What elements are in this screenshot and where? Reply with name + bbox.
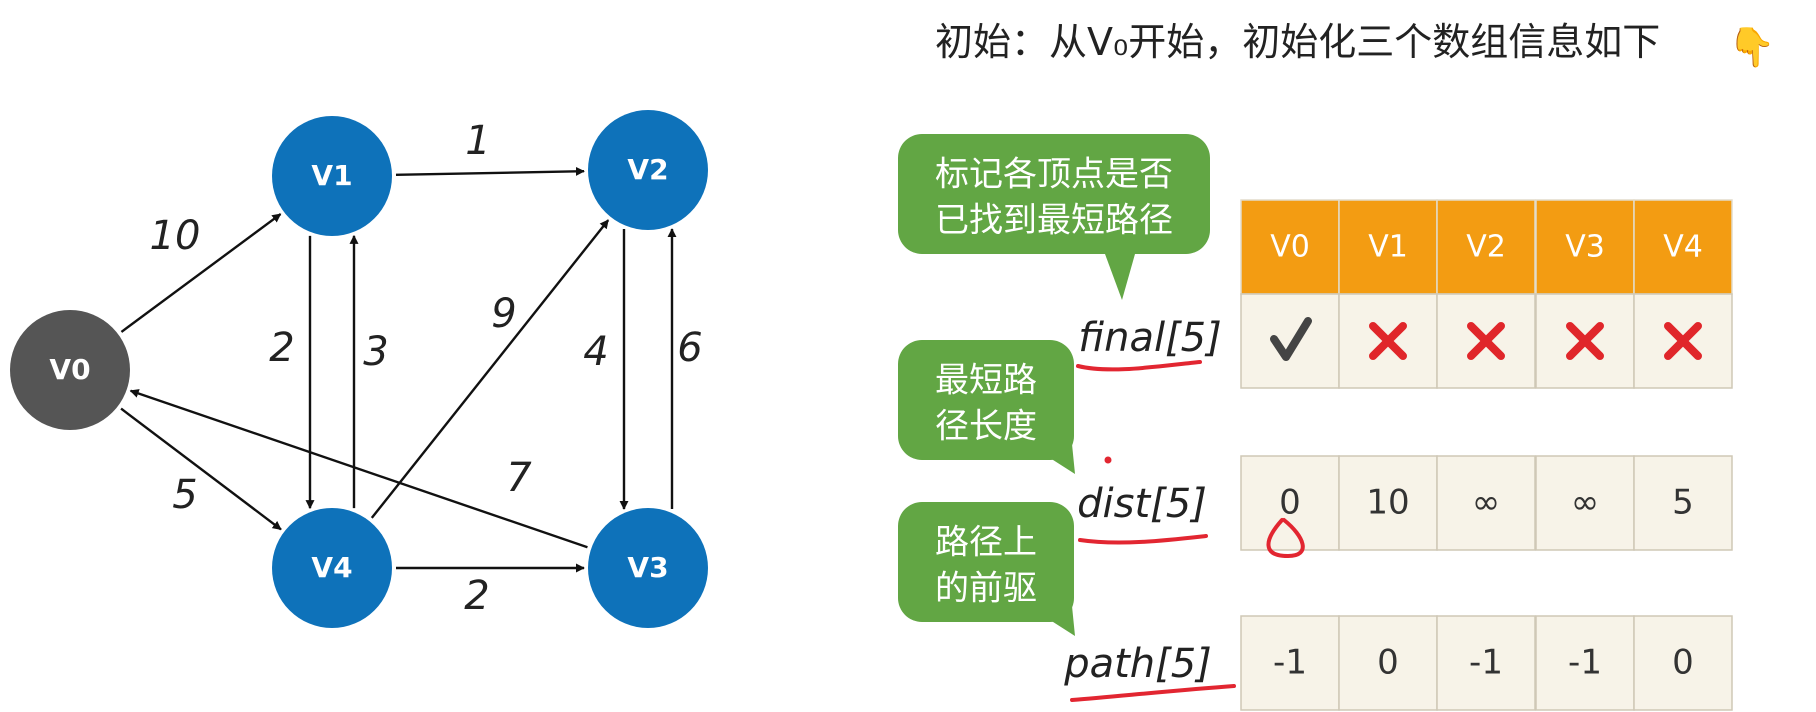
table-cell-value: -1 — [1568, 643, 1602, 683]
row-label-final: final[5] — [1078, 315, 1221, 361]
edge-weight-v0-v4: 5 — [172, 472, 197, 518]
table-header-label: V3 — [1565, 230, 1605, 265]
edge-v4-v2 — [370, 219, 610, 519]
node-v4: V4 — [272, 508, 392, 628]
callout-text-line: 的前驱 — [935, 569, 1037, 609]
table-cell-value: ∞ — [1571, 483, 1599, 523]
edge-weight-v4-v3: 2 — [464, 573, 489, 619]
node-label: V1 — [311, 159, 352, 192]
table-cell-value: ∞ — [1472, 483, 1500, 523]
row-label-path: path[5] — [1063, 641, 1212, 687]
callout-tail — [1105, 254, 1135, 300]
table-cell-value: 5 — [1672, 483, 1694, 523]
edge-weight-v3-v0: 7 — [506, 455, 532, 501]
scene: 初始：从V₀开始，初始化三个数组信息如下 👇 10512 394 672 V0V1 V… — [10, 20, 1775, 711]
callout-final: 标记各顶点是否已找到最短路径 — [898, 134, 1210, 300]
node-v2: V2 — [588, 110, 708, 230]
callout-text-line: 路径上 — [935, 523, 1037, 563]
node-v3: V3 — [588, 508, 708, 628]
callout-dist: 最短路径长度 — [898, 340, 1075, 474]
row-label-dist: dist[5] — [1077, 481, 1207, 527]
edge-weight-v1-v4: 2 — [269, 325, 294, 371]
table-cell-value: 0 — [1279, 483, 1301, 523]
table-cell-value: -1 — [1273, 643, 1307, 683]
edge-weight-v4-v1: 3 — [363, 329, 388, 375]
page-title: 初始：从V₀开始，初始化三个数组信息如下 — [935, 20, 1660, 64]
node-label: V2 — [627, 153, 668, 186]
edge-v0-v4 — [120, 407, 282, 531]
node-label: V4 — [311, 551, 352, 584]
table-cell-value: 10 — [1366, 483, 1409, 523]
node-v0: V0 — [10, 310, 130, 430]
pointing-down-emoji-icon: 👇 — [1728, 25, 1775, 70]
edge-v0-v1 — [120, 213, 282, 333]
table-header-label: V0 — [1270, 230, 1310, 265]
callout-text-line: 已找到最短路径 — [935, 201, 1173, 241]
edge-v1-v2 — [395, 166, 585, 176]
underline-dist — [1078, 534, 1208, 545]
edge-weight-v3-v2: 6 — [677, 325, 702, 371]
callout-path: 路径上的前驱 — [898, 502, 1075, 636]
callouts: 标记各顶点是否已找到最短路径最短路径长度路径上的前驱 — [898, 134, 1210, 636]
node-label: V0 — [49, 353, 90, 386]
table-cell-value: -1 — [1469, 643, 1503, 683]
underline-path — [1070, 684, 1236, 702]
array-table: V0 V1 V2 V3 V4 final[5] dist[5] 0 10 ∞ ∞ 5 path[5] -1… — [1063, 199, 1733, 711]
callout-text-line: 径长度 — [935, 407, 1037, 447]
node-label: V3 — [627, 551, 668, 584]
table-header-label: V4 — [1663, 230, 1703, 265]
edge-weight-v4-v2: 9 — [491, 291, 516, 337]
table-header-label: V1 — [1368, 230, 1408, 265]
edge-weight-v1-v2: 1 — [465, 118, 490, 164]
ink-dot — [1104, 456, 1112, 464]
callout-text-line: 标记各顶点是否 — [935, 155, 1173, 195]
table-cell — [1240, 293, 1340, 389]
table-cell-value: 0 — [1377, 643, 1399, 683]
table-header-label: V2 — [1466, 230, 1506, 265]
table-cell-value: 0 — [1672, 643, 1694, 683]
edge-weight-v2-v3: 4 — [583, 329, 608, 375]
callout-text-line: 最短路 — [935, 361, 1037, 401]
edge-weight-v0-v1: 10 — [150, 213, 201, 259]
node-v1: V1 — [272, 116, 392, 236]
underline-final — [1076, 360, 1202, 372]
